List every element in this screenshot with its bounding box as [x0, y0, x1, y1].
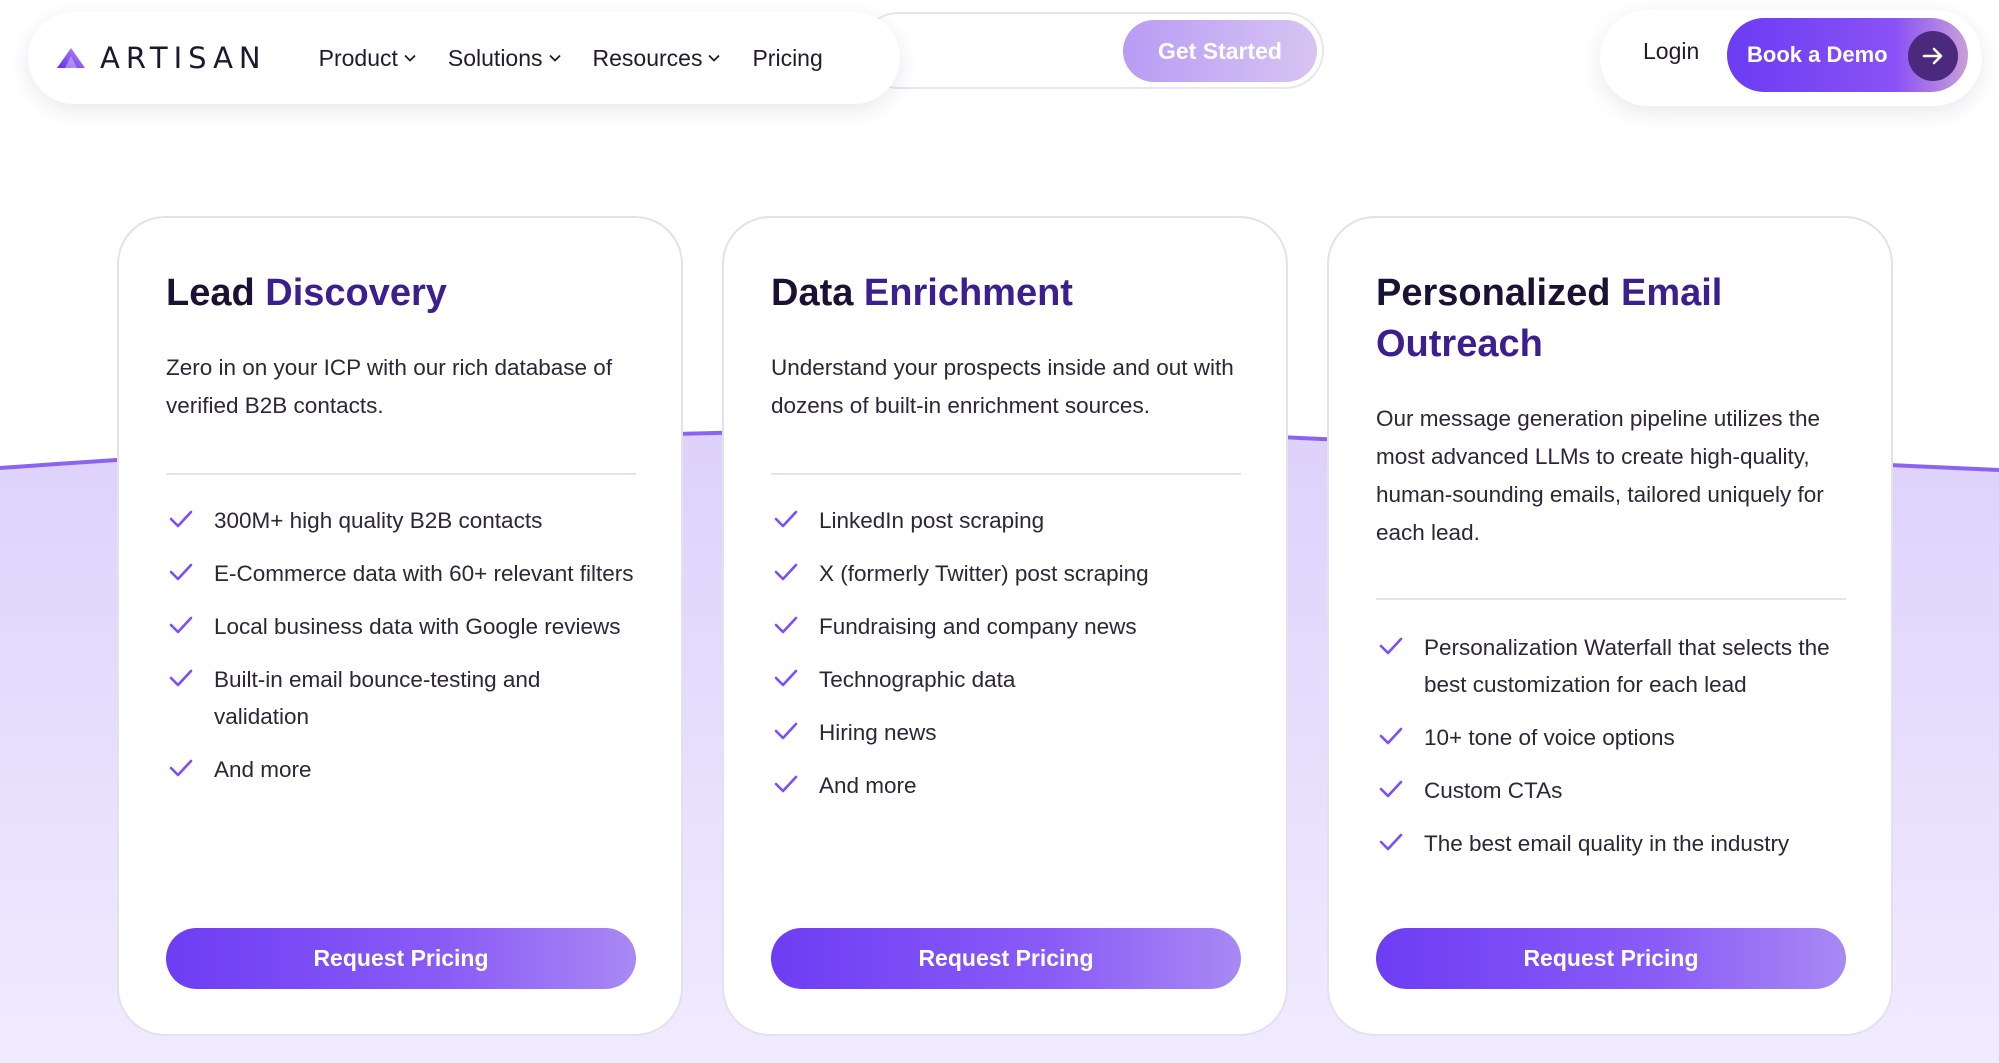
arrow-right-icon: [1908, 31, 1958, 81]
feature-text: Hiring news: [819, 720, 937, 745]
feature-item: And more: [771, 767, 1241, 804]
card-title: Data Enrichment: [771, 268, 1251, 319]
feature-item: The best email quality in the industry: [1376, 825, 1846, 862]
nav-item-solutions[interactable]: Solutions: [448, 45, 561, 72]
request-pricing-button[interactable]: Request Pricing: [771, 928, 1241, 989]
login-link[interactable]: Login: [1643, 38, 1699, 65]
artisan-logo[interactable]: ARTISAN: [56, 41, 267, 75]
pricing-card-data-enrichment: Data Enrichment Understand your prospect…: [722, 216, 1288, 1036]
request-pricing-button[interactable]: Request Pricing: [1376, 928, 1846, 989]
feature-item: E-Commerce data with 60+ relevant filter…: [166, 555, 636, 592]
nav-item-label: Solutions: [447, 44, 543, 71]
card-title: Lead Discovery: [166, 268, 646, 319]
feature-item: Fundraising and company news: [771, 608, 1241, 645]
card-title-accent: Enrichment: [863, 272, 1073, 314]
chevron-down-icon: [404, 54, 416, 62]
card-divider: [166, 473, 636, 475]
pricing-card-personalized-email-outreach: Personalized Email Outreach Our message …: [1327, 216, 1893, 1036]
check-icon: [1379, 780, 1403, 798]
check-icon: [1379, 637, 1403, 655]
nav-item-product[interactable]: Product: [319, 45, 416, 72]
feature-item: 10+ tone of voice options: [1376, 719, 1846, 756]
get-started-button[interactable]: Get Started: [1123, 20, 1317, 82]
feature-item: And more: [166, 751, 636, 788]
check-icon: [774, 510, 798, 528]
feature-text: Local business data with Google reviews: [214, 614, 621, 639]
check-icon: [774, 722, 798, 740]
feature-text: And more: [819, 773, 917, 798]
nav-item-label: Product: [318, 44, 398, 71]
feature-text: Fundraising and company news: [819, 614, 1137, 639]
feature-text: Built-in email bounce-testing and valida…: [214, 667, 541, 729]
card-divider: [771, 473, 1241, 475]
feature-text: X (formerly Twitter) post scraping: [819, 561, 1149, 586]
card-description: Zero in on your ICP with our rich databa…: [166, 355, 613, 418]
feature-text: Custom CTAs: [1424, 778, 1563, 803]
request-pricing-button[interactable]: Request Pricing: [166, 928, 636, 989]
nav-item-label: Pricing: [752, 44, 823, 71]
feature-item: Local business data with Google reviews: [166, 608, 636, 645]
nav-item-pricing[interactable]: Pricing: [752, 45, 822, 72]
card-title: Personalized Email Outreach: [1376, 268, 1856, 370]
feature-item: Hiring news: [771, 714, 1241, 751]
feature-list: Personalization Waterfall that selects t…: [1376, 629, 1846, 878]
feature-item: Built-in email bounce-testing and valida…: [166, 661, 636, 735]
card-title-part: Lead: [166, 272, 266, 314]
feature-item: Technographic data: [771, 661, 1241, 698]
check-icon: [774, 616, 798, 634]
feature-list: LinkedIn post scraping X (formerly Twitt…: [771, 502, 1241, 820]
nav-item-label: Resources: [592, 44, 703, 71]
card-title-part: Data: [771, 272, 864, 314]
check-icon: [1379, 833, 1403, 851]
check-icon: [774, 563, 798, 581]
main-nav: ARTISAN Product Solutions Resources Pric…: [28, 12, 900, 104]
feature-text: Personalization Waterfall that selects t…: [1424, 635, 1830, 697]
check-icon: [169, 759, 193, 777]
chevron-down-icon: [548, 54, 561, 62]
check-icon: [1379, 727, 1403, 745]
check-icon: [774, 775, 798, 793]
feature-list: 300M+ high quality B2B contacts E-Commer…: [166, 502, 636, 804]
feature-text: LinkedIn post scraping: [819, 508, 1045, 533]
card-description: Our message generation pipeline utilizes…: [1376, 406, 1824, 545]
feature-item: LinkedIn post scraping: [771, 502, 1241, 539]
nav-item-resources[interactable]: Resources: [593, 45, 721, 72]
feature-text: The best email quality in the industry: [1424, 831, 1790, 856]
logo-text: ARTISAN: [100, 41, 267, 75]
feature-item: Personalization Waterfall that selects t…: [1376, 629, 1846, 703]
book-demo-label: Book a Demo: [1747, 42, 1888, 67]
card-description: Understand your prospects inside and out…: [771, 355, 1234, 418]
card-title-accent: Discovery: [265, 272, 447, 314]
book-demo-button[interactable]: Book a Demo: [1727, 18, 1968, 92]
card-title-part: Personalized: [1376, 272, 1621, 314]
feature-text: 10+ tone of voice options: [1424, 725, 1675, 750]
feature-text: 300M+ high quality B2B contacts: [214, 508, 543, 533]
feature-item: Custom CTAs: [1376, 772, 1846, 809]
artisan-logo-icon: [57, 48, 85, 68]
chevron-down-icon: [708, 54, 721, 62]
card-divider: [1376, 598, 1846, 600]
feature-item: 300M+ high quality B2B contacts: [166, 502, 636, 539]
feature-text: E-Commerce data with 60+ relevant filter…: [214, 561, 634, 586]
feature-text: Technographic data: [819, 667, 1016, 692]
check-icon: [169, 616, 193, 634]
check-icon: [169, 510, 193, 528]
feature-text: And more: [214, 757, 312, 782]
check-icon: [169, 563, 193, 581]
feature-item: X (formerly Twitter) post scraping: [771, 555, 1241, 592]
pricing-card-lead-discovery: Lead Discovery Zero in on your ICP with …: [117, 216, 683, 1036]
check-icon: [169, 669, 193, 687]
check-icon: [774, 669, 798, 687]
